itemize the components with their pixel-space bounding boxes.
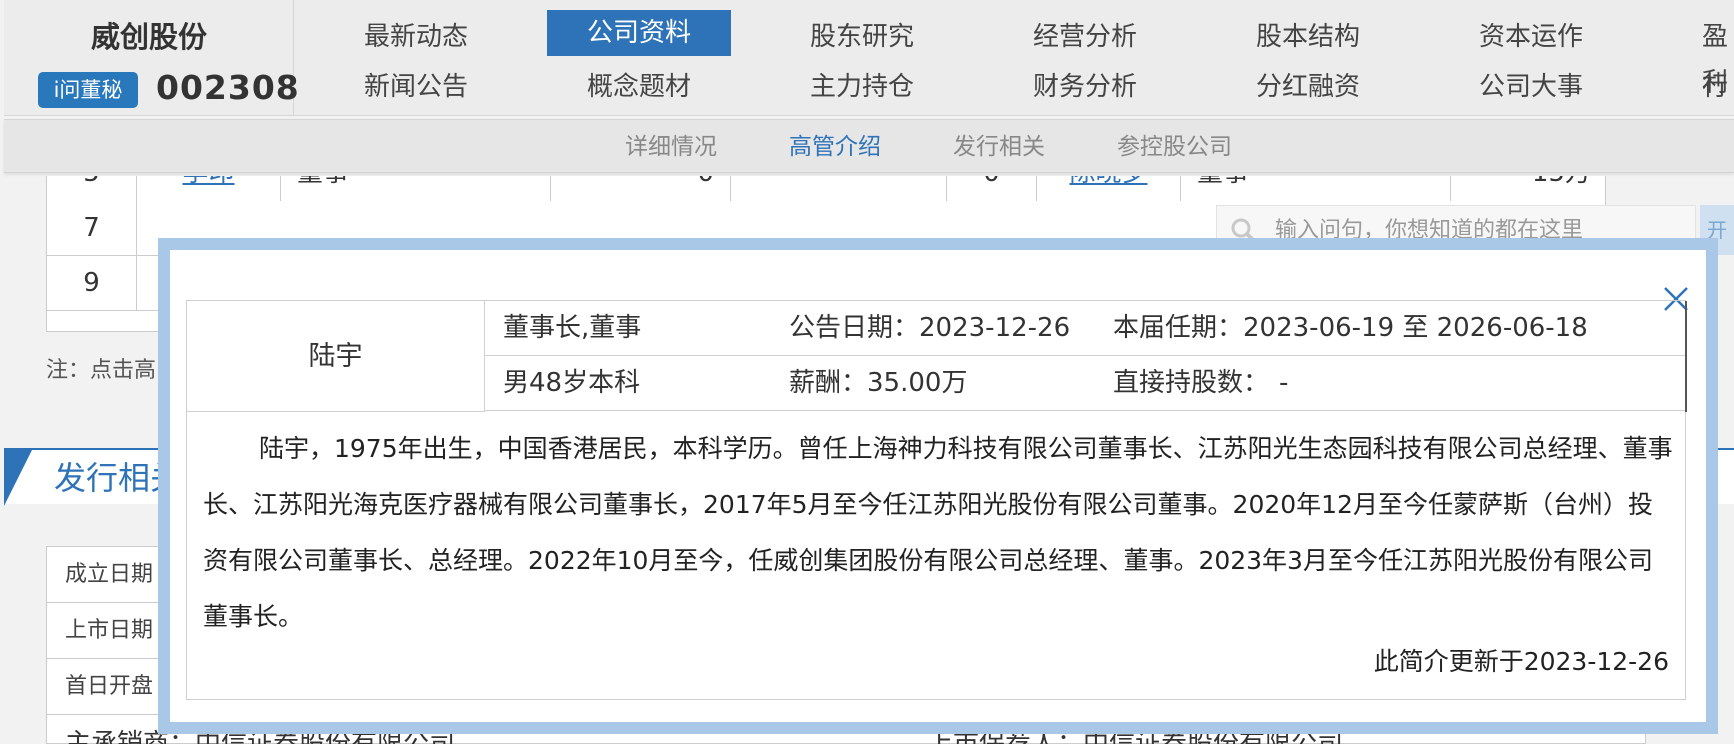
subnav-subsidiaries[interactable]: 参控股公司 (1117, 120, 1232, 174)
nav-dividend[interactable]: 分红融资 (1216, 64, 1400, 110)
nav-company-info[interactable]: 公司资料 (547, 10, 731, 56)
subnav-issuance[interactable]: 发行相关 (953, 120, 1045, 174)
announce-date: 公告日期：2023-12-26 (789, 313, 1071, 343)
executive-name-link[interactable]: 李印 (182, 176, 234, 188)
nav-capital-ops[interactable]: 资本运作 (1439, 14, 1623, 60)
executive-name-link-2[interactable]: 陈晓罗 (1069, 176, 1147, 188)
salary: 薪酬：35.00万 (789, 368, 968, 398)
subnav-details[interactable]: 详细情况 (625, 120, 717, 174)
nav-events[interactable]: 公司大事 (1439, 64, 1623, 110)
nav-industry[interactable]: 行业 (1662, 64, 1734, 110)
stock-info: 威创股份 i问董秘 002308 (4, 0, 299, 116)
main-nav: 最新动态 公司资料 股东研究 经营分析 股本结构 资本运作 盈利 新闻公告 概念… (294, 0, 1734, 116)
nav-operation[interactable]: 经营分析 (993, 14, 1177, 60)
bio-updated-date: 此简介更新于2023-12-26 (1373, 647, 1669, 676)
nav-capital-structure[interactable]: 股本结构 (1216, 14, 1400, 60)
executive-profile-dialog: 陆宇 董事长,董事 公告日期：2023-12-26 本届任期：2023-06-1… (158, 238, 1718, 734)
ask-secretary-button[interactable]: i问董秘 (38, 72, 138, 108)
executive-bio: 陆宇，1975年出生，中国香港居民，本科学历。曾任上海神力科技有限公司董事长、江… (203, 434, 1673, 631)
position: 董事长,董事 (503, 313, 642, 343)
profile-table: 陆宇 董事长,董事 公告日期：2023-12-26 本届任期：2023-06-1… (186, 300, 1687, 700)
nav-concept[interactable]: 概念题材 (547, 64, 731, 110)
section-flag (4, 450, 32, 506)
nav-profit[interactable]: 盈利 (1662, 14, 1734, 98)
executive-name: 陆宇 (187, 301, 485, 412)
nav-finance[interactable]: 财务分析 (993, 64, 1177, 110)
profile-row: 董事长,董事 公告日期：2023-12-26 本届任期：2023-06-19 至… (485, 301, 1687, 356)
nav-latest[interactable]: 最新动态 (324, 14, 508, 60)
top-header: 威创股份 i问董秘 002308 最新动态 公司资料 股东研究 经营分析 股本结… (4, 0, 1734, 116)
profile-summary: 男48岁本科 (503, 368, 641, 398)
nav-news[interactable]: 新闻公告 (324, 64, 508, 110)
stock-name: 威创股份 (90, 20, 207, 54)
stock-code: 002308 (156, 68, 300, 107)
nav-shareholder[interactable]: 股东研究 (770, 14, 954, 60)
term: 本届任期：2023-06-19 至 2026-06-18 (1113, 313, 1588, 343)
table-note: 注：点击高 (46, 358, 157, 383)
nav-main-holdings[interactable]: 主力持仓 (770, 64, 954, 110)
subnav-executives[interactable]: 高管介绍 (789, 120, 881, 174)
row-edge (1685, 301, 1687, 412)
table-row: 5 李印 董事 0 -- 0 陈晓罗 董事 15万 (47, 176, 1605, 201)
direct-shares: 直接持股数： - (1113, 368, 1289, 398)
sub-nav: 详细情况 高管介绍 发行相关 参控股公司 (4, 119, 1734, 173)
profile-row: 男48岁本科 薪酬：35.00万 直接持股数： - (485, 356, 1687, 411)
